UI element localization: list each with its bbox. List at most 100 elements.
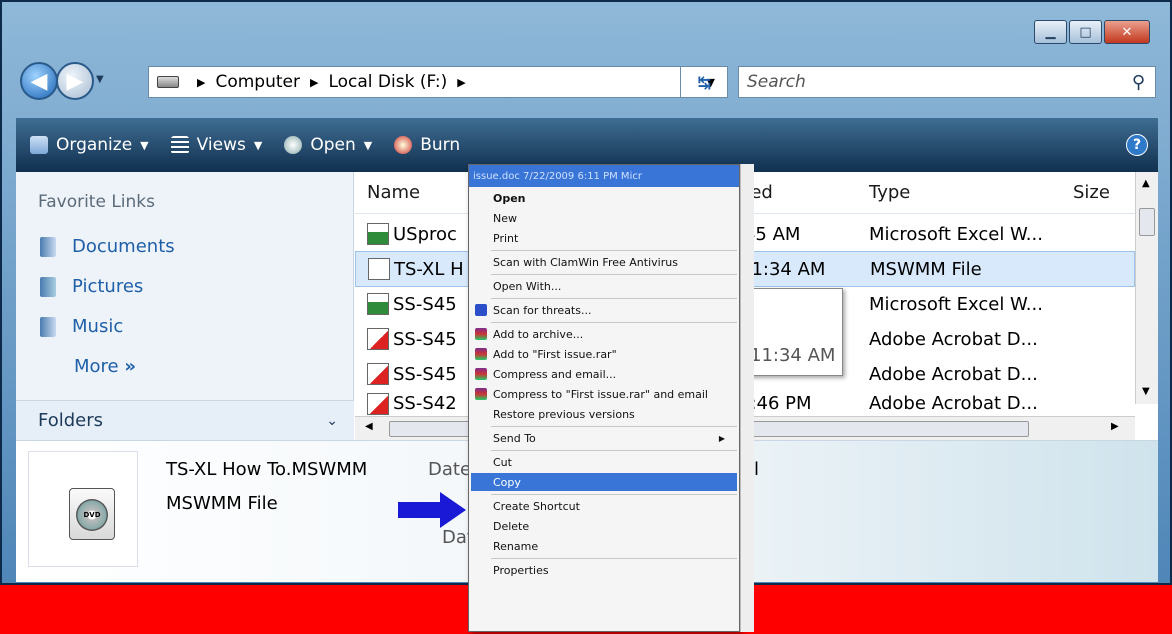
- navigation-bar: ◀ ▶ ▼ ▶ Computer ▶ Local Disk (F:) ▶ ▼ ↹…: [16, 60, 1158, 104]
- search-icon[interactable]: ⚲: [1132, 72, 1145, 93]
- menu-item-label: Print: [493, 231, 519, 245]
- open-button[interactable]: Open ▼: [284, 135, 372, 155]
- menu-item-new[interactable]: New: [493, 209, 737, 227]
- disc-icon: DVD: [76, 499, 108, 531]
- organize-icon: [30, 136, 48, 154]
- menu-item-add-to-first-issue-rar[interactable]: Add to "First issue.rar": [475, 345, 737, 363]
- chevron-down-icon: ⌄: [326, 412, 338, 429]
- open-label: Open: [310, 135, 356, 155]
- menu-item-label: Compress and email...: [493, 367, 617, 381]
- details-file-name: TS-XL How To.MSWMM: [166, 459, 368, 480]
- menu-item-label: Restore previous versions: [493, 407, 635, 421]
- forward-button[interactable]: ▶: [56, 62, 94, 100]
- views-label: Views: [196, 135, 246, 155]
- minimize-button[interactable]: ▁: [1034, 20, 1067, 44]
- help-button[interactable]: ?: [1126, 134, 1148, 156]
- file-type: MSWMM File: [870, 258, 982, 280]
- menu-item-restore-previous-versions[interactable]: Restore previous versions: [493, 405, 737, 423]
- menu-item-open[interactable]: Open: [493, 189, 737, 207]
- scroll-down-icon[interactable]: ▼: [1142, 386, 1150, 397]
- folders-label: Folders: [38, 410, 104, 431]
- submenu-arrow-icon: ▶: [718, 433, 725, 443]
- pictures-icon: [40, 276, 56, 297]
- file-name: SS-S45: [393, 328, 457, 350]
- file-type: Microsoft Excel W...: [869, 223, 1043, 245]
- refresh-button[interactable]: ↹: [680, 66, 728, 98]
- vertical-scroll-thumb[interactable]: [1139, 208, 1155, 236]
- menu-item-label: Send To: [493, 431, 536, 445]
- more-link[interactable]: More »: [74, 356, 136, 377]
- menu-item-send-to[interactable]: Send To ▶: [493, 429, 737, 447]
- file-name: USproc: [393, 223, 457, 245]
- menu-separator: [491, 250, 737, 251]
- chevron-right-icon[interactable]: ▶: [457, 76, 465, 89]
- column-header-size[interactable]: Size: [1073, 182, 1110, 203]
- pdf-icon: [367, 392, 389, 415]
- menu-item-copy[interactable]: Copy: [471, 473, 737, 491]
- history-dropdown-icon[interactable]: ▼: [96, 74, 104, 85]
- breadcrumb-computer[interactable]: Computer: [215, 72, 300, 92]
- winrar-icon: [475, 348, 487, 360]
- menu-item-label: Rename: [493, 539, 539, 553]
- organize-button[interactable]: Organize ▼: [30, 135, 149, 155]
- more-label: More: [74, 356, 119, 377]
- back-button[interactable]: ◀: [20, 62, 58, 100]
- chevron-down-icon: ▼: [253, 138, 263, 152]
- sidebar-item-music[interactable]: Music: [40, 316, 123, 337]
- menu-item-properties[interactable]: Properties: [493, 561, 737, 579]
- address-bar[interactable]: ▶ Computer ▶ Local Disk (F:) ▶ ▼: [148, 66, 728, 98]
- music-icon: [40, 316, 56, 337]
- scroll-up-icon[interactable]: ▲: [1142, 178, 1150, 189]
- menu-separator: [491, 322, 737, 323]
- scroll-left-icon[interactable]: ◀: [365, 421, 373, 432]
- menu-item-cut[interactable]: Cut: [493, 453, 737, 471]
- file-name: SS-S42: [393, 393, 457, 414]
- menu-item-label: Compress to "First issue.rar" and email: [493, 387, 708, 401]
- file-name: TS-XL H: [394, 258, 464, 280]
- menu-separator: [491, 558, 737, 559]
- file-name: SS-S45: [393, 293, 457, 315]
- menu-item-label: Create Shortcut: [493, 499, 580, 513]
- chevron-down-icon: ▼: [140, 138, 149, 152]
- menu-item-scan-for-threats[interactable]: Scan for threats...: [475, 301, 737, 319]
- menu-item-compress-and-email[interactable]: Compress and email...: [475, 365, 737, 383]
- folders-toggle[interactable]: Folders ⌄: [16, 400, 354, 440]
- menu-item-label: Add to "First issue.rar": [493, 347, 617, 361]
- menu-item-delete[interactable]: Delete: [493, 517, 737, 535]
- views-button[interactable]: Views ▼: [170, 135, 263, 155]
- menu-item-label: Copy: [493, 475, 521, 489]
- menu-item-add-to-archive[interactable]: Add to archive...: [475, 325, 737, 343]
- menu-item-rename[interactable]: Rename: [493, 537, 737, 555]
- close-button[interactable]: ✕: [1104, 20, 1150, 44]
- menu-item-compress-to-first-issue-rar-and-email[interactable]: Compress to "First issue.rar" and email: [475, 385, 737, 403]
- file-type: Adobe Acrobat D...: [869, 393, 1038, 414]
- chevron-right-icon[interactable]: ▶: [310, 76, 318, 89]
- menu-item-scan-with-clamwin-free-antivirus[interactable]: Scan with ClamWin Free Antivirus: [493, 253, 737, 271]
- excel-icon: [367, 223, 389, 245]
- chevron-right-icon[interactable]: ▶: [197, 76, 205, 89]
- sidebar-item-documents[interactable]: Documents: [40, 236, 175, 257]
- dvd-file-icon: DVD: [69, 488, 115, 540]
- window-controls: ▁ □ ✕: [1034, 20, 1150, 44]
- scroll-right-icon[interactable]: ▶: [1111, 421, 1119, 432]
- vertical-scrollbar[interactable]: ▲ ▼: [1135, 172, 1158, 404]
- burn-button[interactable]: Burn: [394, 135, 460, 155]
- menu-item-label: Add to archive...: [493, 327, 584, 341]
- menu-separator: [491, 298, 737, 299]
- menu-item-open-with[interactable]: Open With...: [493, 277, 737, 295]
- maximize-button[interactable]: □: [1069, 20, 1102, 44]
- file-thumbnail: DVD: [28, 451, 138, 567]
- sidebar-item-label: Documents: [72, 236, 175, 257]
- sidebar-item-pictures[interactable]: Pictures: [40, 276, 143, 297]
- details-file-type: MSWMM File: [166, 493, 278, 514]
- menu-separator: [491, 426, 737, 427]
- breadcrumb-local-disk[interactable]: Local Disk (F:): [328, 72, 447, 92]
- details-value-fragment: l: [754, 459, 760, 480]
- column-header-name[interactable]: Name: [367, 182, 420, 203]
- pdf-icon: [367, 363, 389, 385]
- column-header-type[interactable]: Type: [869, 182, 910, 203]
- menu-item-create-shortcut[interactable]: Create Shortcut: [493, 497, 737, 515]
- winrar-icon: [475, 328, 487, 340]
- search-input[interactable]: Search ⚲: [738, 66, 1156, 98]
- menu-item-print[interactable]: Print: [493, 229, 737, 247]
